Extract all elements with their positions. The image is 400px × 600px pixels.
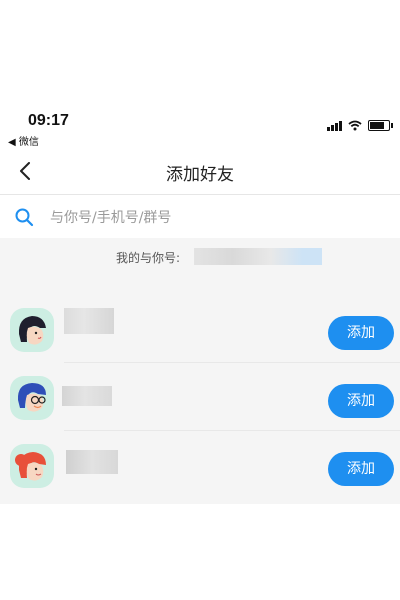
divider [64, 430, 400, 431]
contact-name-redacted [66, 450, 118, 474]
avatar [10, 376, 54, 420]
search-input[interactable] [48, 204, 352, 232]
contact-row: 添加 [0, 296, 400, 362]
my-id-label: 我的与你号: [116, 251, 181, 265]
add-friend-button[interactable]: 添加 [328, 452, 394, 486]
contact-row: 添加 [0, 432, 400, 498]
search-bar [0, 196, 400, 238]
search-icon [15, 208, 34, 227]
wifi-icon [348, 120, 362, 131]
status-bar: 09:17 ◀ 微信 [0, 108, 400, 148]
my-id-value-redacted [194, 248, 322, 265]
system-icons [327, 120, 393, 131]
status-time: 09:17 [28, 112, 69, 129]
contact-name-redacted [62, 386, 112, 406]
signal-icon [327, 120, 342, 131]
nav-bar: 添加好友 [0, 150, 400, 195]
divider [64, 362, 400, 363]
avatar [10, 308, 54, 352]
avatar [10, 444, 54, 488]
add-friend-button[interactable]: 添加 [328, 316, 394, 350]
page-title: 添加好友 [166, 165, 234, 185]
back-to-app-link[interactable]: ◀ 微信 [8, 133, 39, 148]
battery-icon [368, 120, 393, 131]
content-area: 我的与你号: 添加 添加 添加 [0, 238, 400, 504]
contact-name-redacted [64, 308, 114, 334]
contact-row: 添加 [0, 364, 400, 430]
add-friend-button[interactable]: 添加 [328, 384, 394, 418]
